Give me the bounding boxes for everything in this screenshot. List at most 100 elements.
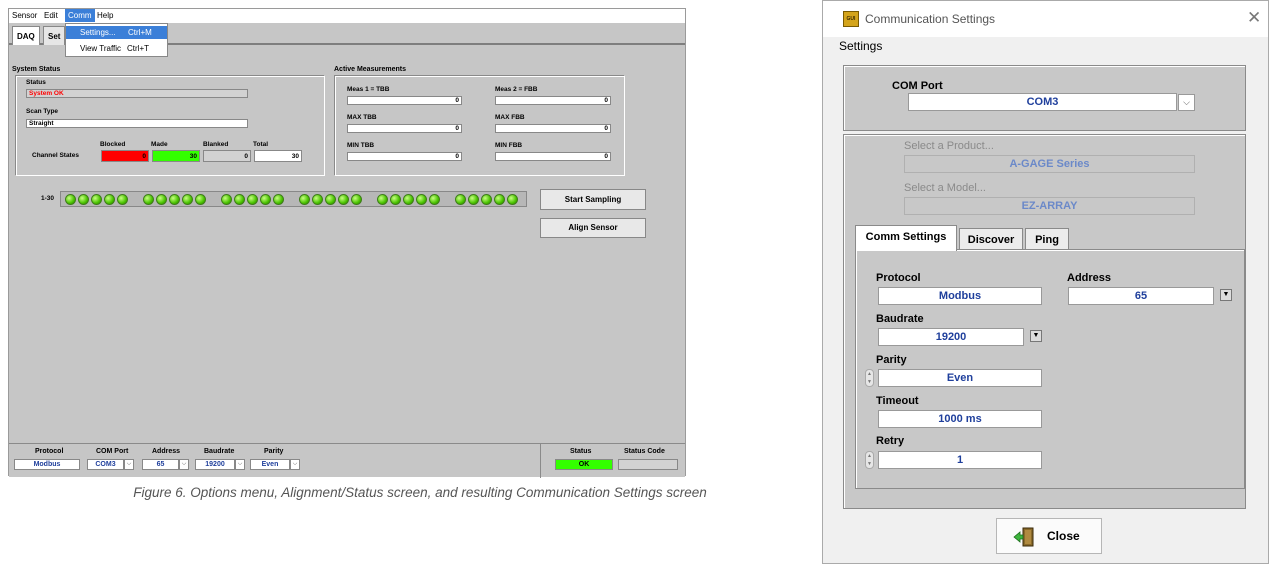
channel-led xyxy=(481,194,492,205)
chevron-down-icon[interactable]: ⌵ xyxy=(235,459,245,470)
active-measurements-panel: Meas 1 = TBB 0 Meas 2 = FBB 0 MAX TBB 0 … xyxy=(334,75,625,176)
channel-led xyxy=(143,194,154,205)
channel-states-label: Channel States xyxy=(32,152,79,159)
channel-led xyxy=(195,194,206,205)
min-fbb-field: 0 xyxy=(495,152,611,161)
channel-led xyxy=(234,194,245,205)
bottom-baudrate-label: Baudrate xyxy=(204,448,235,455)
made-label: Made xyxy=(151,141,168,148)
chevron-down-icon[interactable]: ⌵ xyxy=(290,459,300,470)
bottom-parity-field[interactable]: Even xyxy=(250,459,290,470)
tab-comm-settings[interactable]: Comm Settings xyxy=(855,225,957,251)
bottom-address-field[interactable]: 65 xyxy=(142,459,179,470)
product-select: A-GAGE Series xyxy=(904,155,1195,173)
tab-daq[interactable]: DAQ xyxy=(12,26,40,45)
menu-item-settings-label: Settings... xyxy=(80,28,116,37)
channel-led xyxy=(312,194,323,205)
menu-help[interactable]: Help xyxy=(97,11,113,20)
min-tbb-label: MIN TBB xyxy=(347,142,375,149)
menu-comm[interactable]: Comm xyxy=(65,9,95,22)
channel-led xyxy=(338,194,349,205)
bottom-com-port-label: COM Port xyxy=(96,448,129,455)
tab-settings[interactable]: Set xyxy=(43,26,66,45)
total-label: Total xyxy=(253,141,269,148)
retry-field[interactable]: 1 xyxy=(878,451,1042,469)
close-icon[interactable]: ✕ xyxy=(1247,8,1261,28)
max-tbb-field: 0 xyxy=(347,124,462,133)
channel-led xyxy=(156,194,167,205)
bottom-status-label: Status xyxy=(570,448,592,455)
figure-caption: Figure 6. Options menu, Alignment/Status… xyxy=(133,485,707,500)
protocol-label: Protocol xyxy=(876,272,921,284)
menu-sensor[interactable]: Sensor xyxy=(12,11,37,20)
daq-app-window: Sensor Edit Comm Help DAQ Set Settings..… xyxy=(8,8,686,478)
channel-led xyxy=(416,194,427,205)
start-sampling-button[interactable]: Start Sampling xyxy=(540,189,646,210)
divider xyxy=(540,444,541,478)
channel-led xyxy=(403,194,414,205)
channel-led xyxy=(78,194,89,205)
menu-item-view-traffic-shortcut: Ctrl+T xyxy=(127,44,149,53)
menu-settings[interactable]: Settings xyxy=(839,39,882,53)
connection-status-bar: Protocol Modbus COM Port COM3 ⌵ Address … xyxy=(9,443,685,478)
active-measurements-heading: Active Measurements xyxy=(334,66,406,73)
blocked-field: 0 xyxy=(101,150,149,162)
com-port-select[interactable]: COM3 xyxy=(908,93,1177,111)
max-tbb-label: MAX TBB xyxy=(347,114,377,121)
address-dropdown-icon[interactable]: ▼ xyxy=(1220,289,1232,301)
menu-item-settings[interactable]: Settings... Ctrl+M xyxy=(66,26,167,39)
menu-edit[interactable]: Edit xyxy=(44,11,58,20)
channel-led xyxy=(299,194,310,205)
max-fbb-field: 0 xyxy=(495,124,611,133)
protocol-field[interactable]: Modbus xyxy=(878,287,1042,305)
retry-spinner-icon[interactable]: ▲ ▼ xyxy=(865,451,874,469)
chevron-down-icon[interactable]: ⌵ xyxy=(1178,94,1195,111)
timeout-field[interactable]: 1000 ms xyxy=(878,410,1042,428)
menu-item-view-traffic[interactable]: View Traffic Ctrl+T xyxy=(66,42,167,55)
channel-led xyxy=(273,194,284,205)
channel-led xyxy=(104,194,115,205)
min-tbb-field: 0 xyxy=(347,152,462,161)
close-button[interactable]: Close xyxy=(996,518,1102,554)
led-range-label: 1-30 xyxy=(41,195,55,202)
timeout-label: Timeout xyxy=(876,395,919,407)
menu-bar: Sensor Edit Comm Help xyxy=(9,9,685,23)
comm-dropdown-menu: Settings... Ctrl+M View Traffic Ctrl+T xyxy=(65,23,168,57)
status-field: System OK xyxy=(26,89,248,98)
address-field[interactable]: 65 xyxy=(1068,287,1214,305)
min-fbb-label: MIN FBB xyxy=(495,142,523,149)
align-sensor-button[interactable]: Align Sensor xyxy=(540,218,646,238)
bottom-status-code-label: Status Code xyxy=(624,448,665,455)
max-fbb-label: MAX FBB xyxy=(495,114,525,121)
chevron-down-icon[interactable]: ⌵ xyxy=(124,459,134,470)
parity-spinner-icon[interactable]: ▲ ▼ xyxy=(865,369,874,387)
channel-led xyxy=(507,194,518,205)
baudrate-label: Baudrate xyxy=(876,313,924,325)
channel-led xyxy=(377,194,388,205)
model-select: EZ-ARRAY xyxy=(904,197,1195,215)
channel-led xyxy=(182,194,193,205)
bottom-status-code-field xyxy=(618,459,678,470)
channel-led xyxy=(247,194,258,205)
dialog-title: Communication Settings xyxy=(865,12,996,26)
channel-led xyxy=(468,194,479,205)
system-status-panel: Status System OK Scan Type Straight Bloc… xyxy=(15,75,325,176)
baudrate-field[interactable]: 19200 xyxy=(878,328,1024,346)
retry-label: Retry xyxy=(876,435,905,447)
baudrate-dropdown-icon[interactable]: ▼ xyxy=(1030,330,1042,342)
channel-led xyxy=(117,194,128,205)
scan-type-label: Scan Type xyxy=(26,108,59,115)
channel-led xyxy=(221,194,232,205)
parity-field[interactable]: Even xyxy=(878,369,1042,387)
gui-app-icon: GUI xyxy=(843,11,859,27)
meas2-field: 0 xyxy=(495,96,611,105)
com-port-frame: COM Port COM3 ⌵ xyxy=(843,65,1246,131)
system-status-heading: System Status xyxy=(12,66,61,73)
model-label: Select a Model... xyxy=(904,182,986,194)
chevron-down-icon[interactable]: ⌵ xyxy=(179,459,189,470)
meas1-field: 0 xyxy=(347,96,462,105)
blanked-field: 0 xyxy=(203,150,251,162)
bottom-com-port-field[interactable]: COM3 xyxy=(87,459,124,470)
bottom-baudrate-field[interactable]: 19200 xyxy=(195,459,235,470)
blanked-label: Blanked xyxy=(203,141,229,148)
